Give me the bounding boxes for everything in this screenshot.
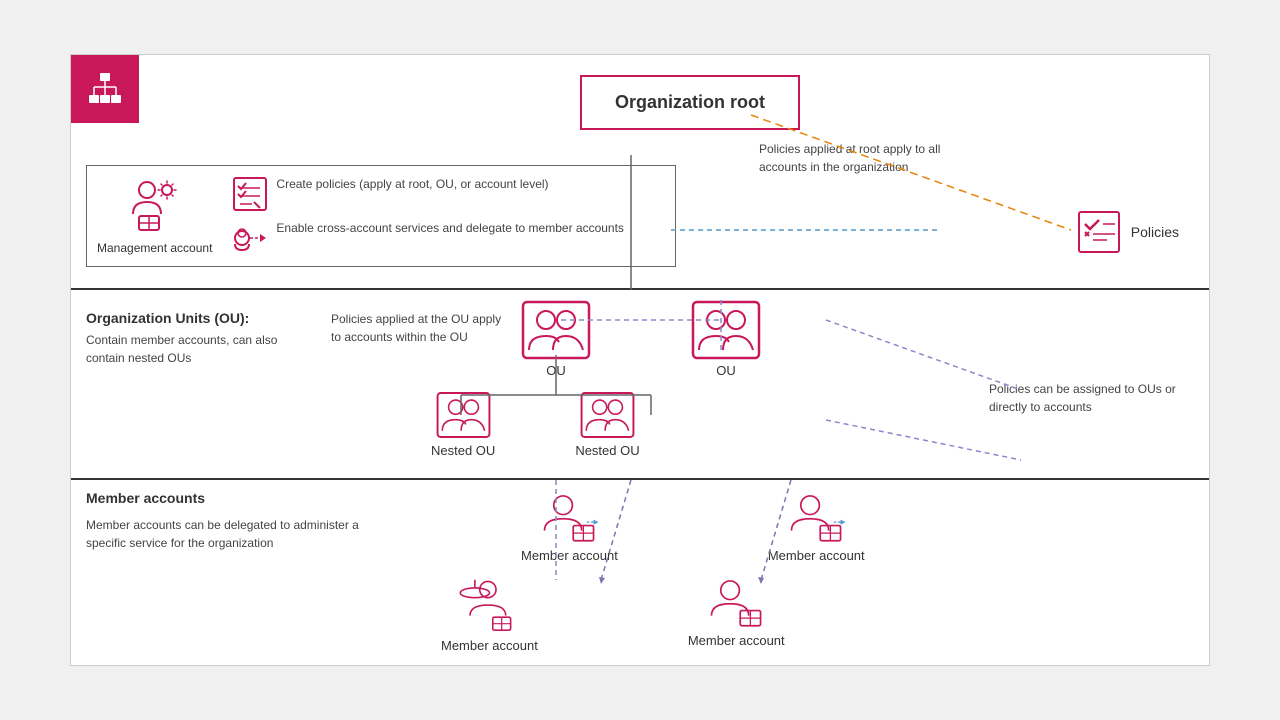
- ou-note: Policies applied at the OU apply to acco…: [331, 310, 511, 346]
- action-text-1: Create policies (apply at root, OU, or a…: [276, 176, 548, 193]
- policies-note-ou: Policies can be assigned to OUs or direc…: [989, 380, 1189, 416]
- member-label-2: Member account: [768, 548, 865, 563]
- member-item-2: Member account: [768, 490, 865, 563]
- nested-ou-icon-2: [580, 390, 635, 440]
- nested-ou-label-2: Nested OU: [575, 443, 639, 458]
- ou-icons-row: OU OU: [521, 300, 761, 378]
- nested-ou-item-2: Nested OU: [575, 390, 639, 458]
- ou-item-2: OU: [691, 300, 761, 378]
- ou-label-2: OU: [716, 363, 736, 378]
- mgmt-actions: Create policies (apply at root, OU, or a…: [232, 176, 624, 256]
- member-label-1: Member account: [521, 548, 618, 563]
- root-note: Policies applied at root apply to all ac…: [759, 140, 959, 176]
- app-icon-box: [71, 55, 139, 123]
- section-ou: Organization Units (OU): Contain member …: [71, 290, 1209, 480]
- policies-box-root: Policies: [1077, 210, 1179, 254]
- checklist-icon-1: [232, 176, 268, 212]
- ou-item-1: OU: [521, 300, 591, 378]
- member-icon-2: [786, 490, 846, 545]
- management-label: Management account: [97, 241, 212, 255]
- section-members: Member accounts Member accounts can be d…: [71, 480, 1209, 665]
- management-account-box: Management account Create policies (appl…: [86, 165, 676, 267]
- member-icon-4: [706, 575, 766, 630]
- member-accounts-row-2: Member account Member account: [441, 575, 785, 653]
- org-root-title: Organization root: [615, 92, 765, 112]
- member-label-4: Member account: [688, 633, 785, 648]
- member-item-3: Member account: [441, 575, 538, 653]
- section-root: Organization root Management acc: [71, 55, 1209, 290]
- nested-ou-row: Nested OU Nested OU: [431, 390, 640, 458]
- nested-ou-icon-1: [436, 390, 491, 440]
- member-item-4: Member account: [688, 575, 785, 653]
- member-label-3: Member account: [441, 638, 538, 653]
- action-row-2: Enable cross-account services and delega…: [232, 220, 624, 256]
- nested-ou-label-1: Nested OU: [431, 443, 495, 458]
- member-section-desc: Member accounts can be delegated to admi…: [86, 516, 366, 552]
- ou-icon-2: [691, 300, 761, 360]
- cross-account-icon: [232, 220, 268, 256]
- policies-checklist-icon: [1077, 210, 1121, 254]
- action-text-2: Enable cross-account services and delega…: [276, 220, 624, 237]
- mgmt-icons: Management account: [97, 176, 212, 255]
- ou-section-desc: Contain member accounts, can also contai…: [86, 331, 316, 367]
- member-icon-1: [539, 490, 599, 545]
- action-row-1: Create policies (apply at root, OU, or a…: [232, 176, 624, 212]
- main-container: Organization root Management acc: [70, 54, 1210, 666]
- member-accounts-row-1: Member account Member account: [521, 490, 865, 563]
- ou-icon-1: [521, 300, 591, 360]
- ou-label-block: Organization Units (OU): Contain member …: [86, 310, 316, 367]
- member-item-1: Member account: [521, 490, 618, 563]
- ou-label-1: OU: [546, 363, 566, 378]
- nested-ou-item-1: Nested OU: [431, 390, 495, 458]
- policies-label: Policies: [1131, 224, 1179, 240]
- org-root-box: Organization root: [580, 75, 800, 130]
- ou-section-title: Organization Units (OU):: [86, 310, 316, 326]
- member-icon-3-delegated: [457, 575, 522, 635]
- user-gear-icon: [125, 176, 185, 231]
